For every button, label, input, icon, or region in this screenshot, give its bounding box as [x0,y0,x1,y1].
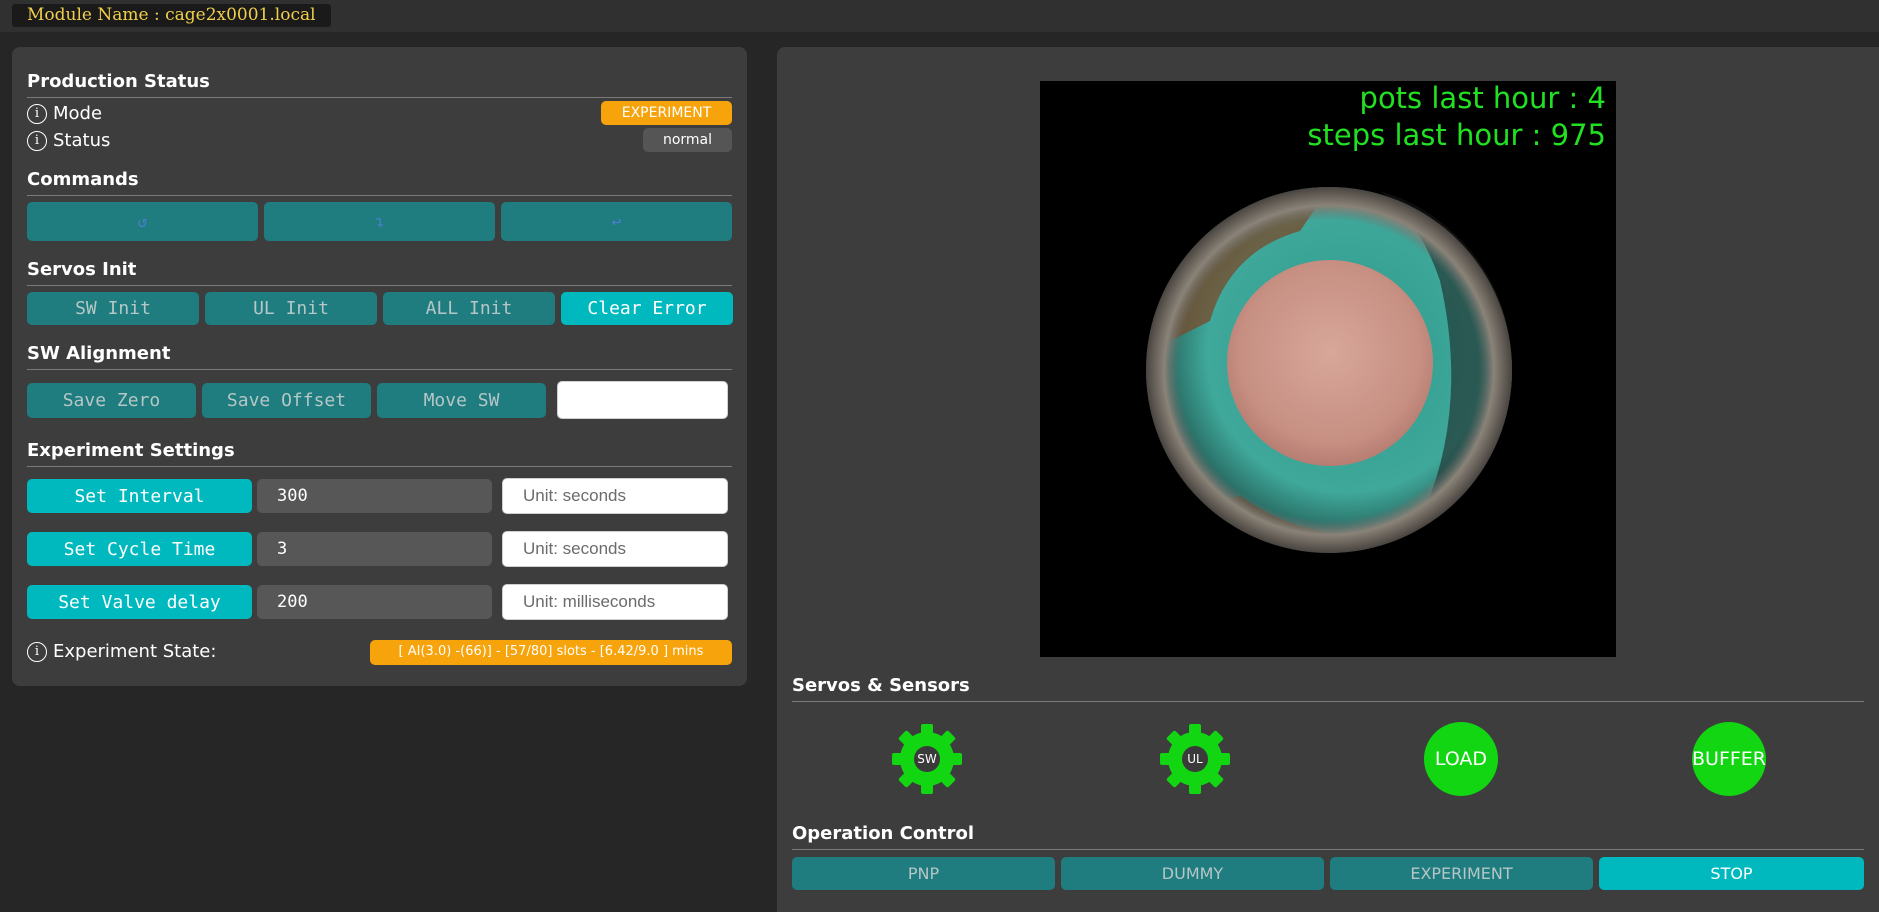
divider [792,849,1864,850]
info-icon[interactable]: i [27,103,47,124]
load-sensor-indicator: LOAD [1424,722,1498,796]
servos-sensors-title: Servos & Sensors [792,675,970,696]
module-name-label: Module Name : cage2x0001.local [12,4,331,27]
experiment-state-label: Experiment State: [53,641,217,662]
status-label: Status [53,130,111,151]
sw-init-button[interactable]: SW Init [27,292,199,325]
divider [27,369,732,370]
experiment-button[interactable]: EXPERIMENT [1330,857,1593,890]
valve-delay-input[interactable]: 200 [257,585,492,619]
clear-error-button[interactable]: Clear Error [561,292,733,325]
sw-servo-indicator: SW [890,722,964,796]
divider [27,195,732,196]
rotate-ccw-icon: ↺ [137,212,148,231]
save-zero-button[interactable]: Save Zero [27,383,196,418]
camera-panel: pots last hour : 4 steps last hour : 975 [777,47,1879,912]
command-button-turn[interactable]: ↴ [264,202,495,241]
sw-offset-input[interactable] [557,381,728,419]
ul-servo-indicator: UL [1158,722,1232,796]
set-valve-delay-button[interactable]: Set Valve delay [27,585,252,619]
divider [27,466,732,467]
set-cycle-time-button[interactable]: Set Cycle Time [27,532,252,566]
ul-label: UL [1182,746,1208,772]
mode-row: i Mode [27,103,102,124]
set-interval-button[interactable]: Set Interval [27,479,252,513]
status-row: i Status [27,130,110,151]
status-badge: normal [643,128,732,152]
turn-down-icon: ↴ [374,212,385,231]
move-sw-button[interactable]: Move SW [377,383,546,418]
pot-image [1146,186,1513,553]
ul-init-button[interactable]: UL Init [205,292,377,325]
operation-control-title: Operation Control [792,823,975,844]
save-offset-button[interactable]: Save Offset [202,383,371,418]
sw-alignment-title: SW Alignment [27,343,171,364]
control-panel: Production Status i Mode EXPERIMENT i St… [12,47,747,686]
info-icon[interactable]: i [27,641,47,662]
command-button-return[interactable]: ↩ [501,202,732,241]
camera-view: pots last hour : 4 steps last hour : 975 [1040,81,1616,657]
valve-delay-unit-field[interactable]: Unit: milliseconds [502,584,728,620]
cycle-time-unit-field[interactable]: Unit: seconds [502,531,728,567]
buffer-sensor-indicator: BUFFER [1692,722,1766,796]
divider [27,285,732,286]
all-init-button[interactable]: ALL Init [383,292,555,325]
mode-label: Mode [53,103,103,124]
info-icon[interactable]: i [27,130,47,151]
servos-init-title: Servos Init [27,259,137,280]
experiment-state-row: i Experiment State: [27,641,216,662]
mode-badge: EXPERIMENT [601,101,732,125]
stop-button[interactable]: STOP [1599,857,1864,890]
sw-label: SW [914,746,940,772]
pnp-button[interactable]: PNP [792,857,1055,890]
commands-title: Commands [27,169,139,190]
divider [27,97,732,98]
production-status-title: Production Status [27,71,210,92]
cycle-time-input[interactable]: 3 [257,532,492,566]
dummy-button[interactable]: DUMMY [1061,857,1324,890]
interval-input[interactable]: 300 [257,479,492,513]
return-icon: ↩ [611,212,622,231]
experiment-state-badge: [ AI(3.0) -(66)] - [57/80] slots - [6.42… [370,640,732,665]
experiment-settings-title: Experiment Settings [27,440,235,461]
command-button-rotate[interactable]: ↺ [27,202,258,241]
divider [792,701,1864,702]
top-bar: Module Name : cage2x0001.local [0,0,1879,32]
interval-unit-field[interactable]: Unit: seconds [502,478,728,514]
